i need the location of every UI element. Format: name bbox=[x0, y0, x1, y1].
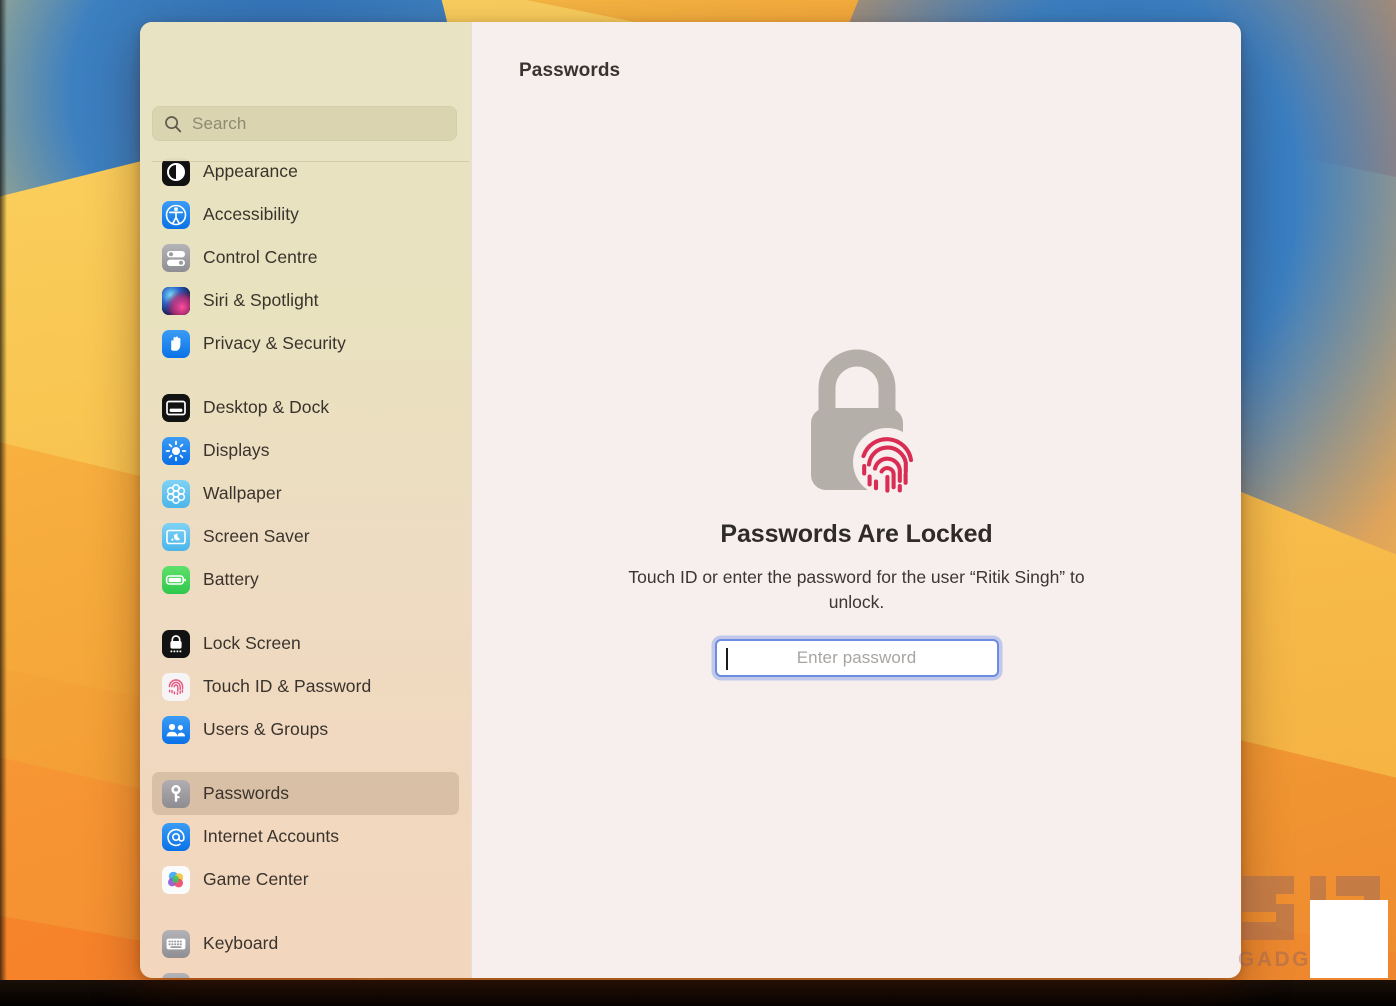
sidebar-group-input: Keyboard Trackpad bbox=[140, 922, 471, 978]
game-center-icon bbox=[162, 865, 190, 894]
keyboard-icon bbox=[162, 929, 190, 958]
search-placeholder: Search bbox=[192, 113, 247, 133]
sidebar-item-touch-id[interactable]: Touch ID & Password bbox=[152, 665, 459, 708]
search-icon bbox=[163, 114, 183, 134]
sidebar-item-lock-screen[interactable]: Lock Screen bbox=[152, 622, 459, 665]
sidebar-item-label: Wallpaper bbox=[203, 483, 282, 503]
sidebar-item-displays[interactable]: Displays bbox=[152, 429, 459, 472]
sidebar-item-label: Keyboard bbox=[203, 933, 279, 953]
sidebar-group-security: Lock Screen Touch ID & Password Users & … bbox=[140, 622, 471, 751]
locked-heading: Passwords Are Locked bbox=[720, 520, 993, 548]
sidebar-item-label: Passwords bbox=[203, 783, 290, 803]
sidebar-item-passwords[interactable]: Passwords bbox=[152, 772, 459, 815]
sidebar-item-label: Touch ID & Password bbox=[203, 676, 372, 696]
privacy-security-icon bbox=[162, 329, 190, 358]
battery-icon bbox=[162, 565, 190, 594]
siri-spotlight-icon bbox=[162, 286, 190, 315]
system-settings-window: Search Appearance Accessibility Control … bbox=[140, 22, 1241, 978]
locked-subtext: Touch ID or enter the password for the u… bbox=[628, 567, 1085, 613]
accessibility-icon bbox=[162, 200, 190, 229]
padlock-with-fingerprint-icon bbox=[810, 349, 921, 496]
sidebar-scroll-separator bbox=[152, 161, 469, 162]
sidebar-item-label: Privacy & Security bbox=[203, 333, 346, 353]
watermark-white-overlay bbox=[1310, 900, 1388, 978]
sidebar-nav-list[interactable]: Appearance Accessibility Control Centre … bbox=[140, 150, 471, 978]
sidebar-item-game-center[interactable]: Game Center bbox=[152, 858, 459, 901]
search-input[interactable]: Search bbox=[152, 106, 457, 141]
displays-icon bbox=[162, 436, 190, 465]
sidebar-item-label: Game Center bbox=[203, 869, 309, 889]
locked-state-block: Passwords Are Locked Touch ID or enter t… bbox=[472, 340, 1241, 678]
text-caret bbox=[725, 648, 728, 671]
sidebar-item-battery[interactable]: Battery bbox=[152, 558, 459, 601]
users-groups-icon bbox=[162, 715, 190, 744]
sidebar-item-internet-accounts[interactable]: Internet Accounts bbox=[152, 815, 459, 858]
sidebar-item-label: Control Centre bbox=[203, 247, 318, 267]
screen-left-shadow bbox=[0, 0, 7, 1006]
content-pane: Passwords Passwords Are Locked Touch ID … bbox=[471, 22, 1241, 978]
sidebar-item-label: Users & Groups bbox=[203, 719, 329, 739]
sidebar-item-label: Desktop & Dock bbox=[203, 397, 330, 417]
screen-saver-icon bbox=[162, 522, 190, 551]
screen-bottom-bezel bbox=[0, 980, 1396, 1006]
sidebar-item-label: Trackpad bbox=[203, 976, 276, 978]
sidebar-item-accessibility[interactable]: Accessibility bbox=[152, 193, 459, 236]
sidebar-item-label: Lock Screen bbox=[203, 633, 301, 653]
lock-screen-icon bbox=[162, 629, 190, 658]
internet-accounts-icon bbox=[162, 822, 190, 851]
sidebar-item-wallpaper[interactable]: Wallpaper bbox=[152, 472, 459, 515]
sidebar-item-label: Accessibility bbox=[203, 204, 299, 224]
sidebar-item-label: Battery bbox=[203, 569, 259, 589]
page-title: Passwords bbox=[519, 60, 621, 81]
sidebar-group-display: Desktop & Dock Displays Wallpaper Screen… bbox=[140, 386, 471, 601]
sidebar-item-label: Siri & Spotlight bbox=[203, 290, 319, 310]
desktop-dock-icon bbox=[162, 393, 190, 422]
wallpaper-icon bbox=[162, 479, 190, 508]
sidebar-item-users-groups[interactable]: Users & Groups bbox=[152, 708, 459, 751]
sidebar-item-label: Internet Accounts bbox=[203, 826, 340, 846]
password-field[interactable]: Enter password bbox=[714, 639, 999, 678]
sidebar-item-privacy-security[interactable]: Privacy & Security bbox=[152, 322, 459, 365]
sidebar-item-desktop-dock[interactable]: Desktop & Dock bbox=[152, 386, 459, 429]
sidebar-item-keyboard[interactable]: Keyboard bbox=[152, 922, 459, 965]
trackpad-icon bbox=[162, 972, 190, 978]
sidebar-item-screen-saver[interactable]: Screen Saver bbox=[152, 515, 459, 558]
password-placeholder: Enter password bbox=[796, 648, 917, 668]
sidebar-item-trackpad[interactable]: Trackpad bbox=[152, 965, 459, 978]
touch-id-icon bbox=[162, 672, 190, 701]
sidebar-item-siri-spotlight[interactable]: Siri & Spotlight bbox=[152, 279, 459, 322]
sidebar-item-label: Displays bbox=[203, 440, 270, 460]
sidebar-item-label: Screen Saver bbox=[203, 526, 310, 546]
sidebar-group-accounts: Passwords Internet Accounts Game Center bbox=[140, 772, 471, 901]
sidebar: Search Appearance Accessibility Control … bbox=[140, 22, 471, 978]
control-centre-icon bbox=[162, 243, 190, 272]
sidebar-item-label: Appearance bbox=[203, 161, 298, 181]
passwords-key-icon bbox=[162, 779, 190, 808]
sidebar-group-general: Appearance Accessibility Control Centre … bbox=[140, 150, 471, 365]
sidebar-item-control-centre[interactable]: Control Centre bbox=[152, 236, 459, 279]
